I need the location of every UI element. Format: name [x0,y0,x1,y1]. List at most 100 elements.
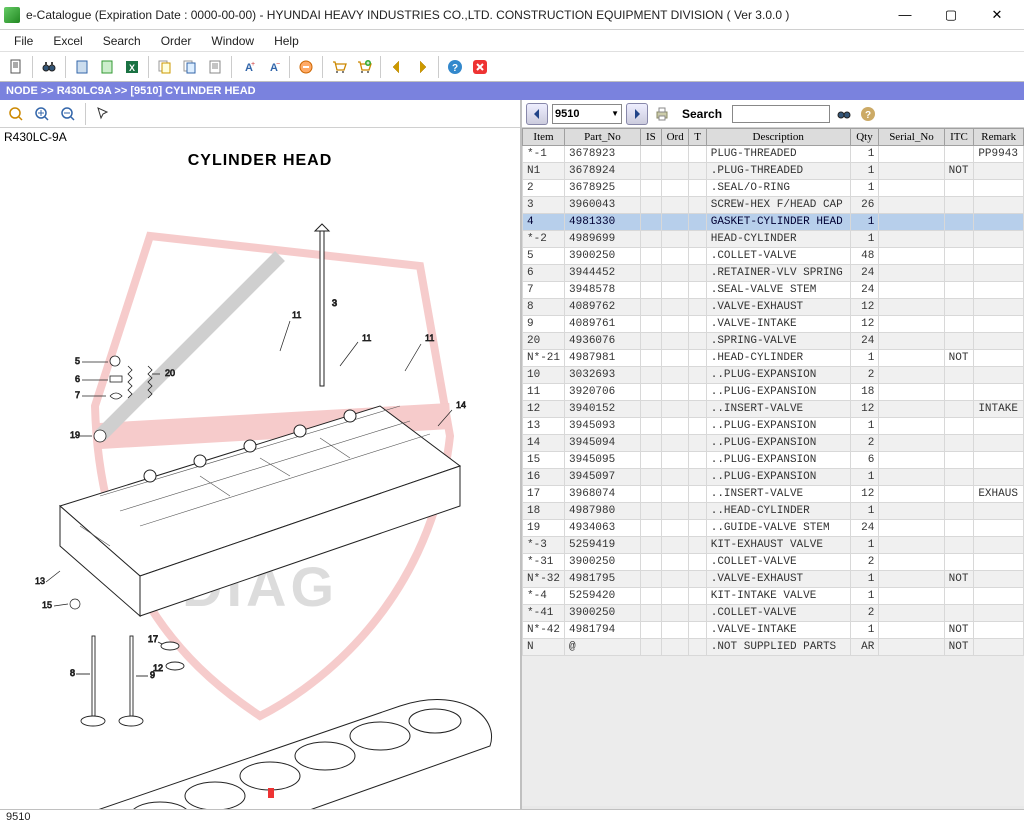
menu-file[interactable]: File [4,32,43,50]
zoom-out-icon[interactable] [56,102,80,126]
svg-text:11: 11 [292,310,301,320]
search-help-icon[interactable]: ? [858,104,878,124]
table-row[interactable]: 84089762.VALVE-EXHAUST12 [523,299,1024,316]
font-minus-icon[interactable]: A− [261,55,285,79]
menu-order[interactable]: Order [151,32,202,50]
table-row[interactable]: 163945097..PLUG-EXPANSION1 [523,469,1024,486]
svg-text:?: ? [452,63,458,74]
maximize-button[interactable]: ▢ [928,0,974,30]
col-ord[interactable]: Ord [661,129,688,146]
doc-stack-icon[interactable] [203,55,227,79]
table-row[interactable]: 113920706..PLUG-EXPANSION18 [523,384,1024,401]
excel-icon[interactable]: X [120,55,144,79]
diagram-area[interactable]: CYLINDER HEAD DIAG [0,146,520,809]
table-row[interactable]: 173968074..INSERT-VALVE12EXHAUS [523,486,1024,503]
table-row[interactable]: 53900250.COLLET-VALVE48 [523,248,1024,265]
svg-text:?: ? [865,110,871,121]
help-icon[interactable]: ? [443,55,467,79]
svg-text:15: 15 [42,600,52,610]
code-dropdown[interactable]: 9510 [552,104,622,124]
cart-add-icon[interactable] [352,55,376,79]
table-row[interactable]: *-313900250.COLLET-VALVE2 [523,554,1024,571]
table-row[interactable]: N*-424981794.VALVE-INTAKE1NOT [523,622,1024,639]
table-row[interactable]: *-35259419KIT-EXHAUST VALVE1 [523,537,1024,554]
page-green-icon[interactable] [95,55,119,79]
col-is[interactable]: IS [640,129,661,146]
table-row[interactable]: *-45259420KIT-INTAKE VALVE1 [523,588,1024,605]
doc-copy-icon[interactable] [178,55,202,79]
table-row[interactable]: 63944452.RETAINER-VLV SPRING24 [523,265,1024,282]
model-label: R430LC-9A [0,128,520,146]
table-row[interactable]: 33960043SCREW-HEX F/HEAD CAP26 [523,197,1024,214]
menu-help[interactable]: Help [264,32,309,50]
status-bar: 9510 [0,809,1024,827]
diagram-title: CYLINDER HEAD [0,146,520,170]
table-row[interactable]: 103032693..PLUG-EXPANSION2 [523,367,1024,384]
table-row[interactable]: *-413900250.COLLET-VALVE2 [523,605,1024,622]
svg-text:14: 14 [456,400,466,410]
parts-table-wrap[interactable]: ItemPart_NoISOrdTDescriptionQtySerial_No… [522,128,1024,809]
col-item[interactable]: Item [523,129,565,146]
doc-icon[interactable] [4,55,28,79]
svg-text:20: 20 [165,368,175,378]
parts-panel: 9510 Search ? ItemPart_NoISOrdTDescripti… [522,100,1024,809]
close-button[interactable]: ✕ [974,0,1020,30]
print-icon[interactable] [652,104,672,124]
table-row[interactable]: N@.NOT SUPPLIED PARTSARNOT [523,639,1024,656]
cursor-icon[interactable] [91,102,115,126]
col-qty[interactable]: Qty [850,129,879,146]
zoom-in-icon[interactable] [30,102,54,126]
table-row[interactable]: 73948578.SEAL-VALVE STEM24 [523,282,1024,299]
parts-table: ItemPart_NoISOrdTDescriptionQtySerial_No… [522,128,1024,656]
main-toolbar: X A+ A− ? [0,52,1024,82]
close-red-icon[interactable] [468,55,492,79]
table-row[interactable]: 153945095..PLUG-EXPANSION6 [523,452,1024,469]
page-blue-icon[interactable] [70,55,94,79]
col-part[interactable]: Part_No [565,129,641,146]
table-empty-area [522,656,1024,806]
menu-window[interactable]: Window [201,32,264,50]
table-row[interactable]: *-13678923PLUG-THREADED1PP9943 [523,146,1024,163]
table-row[interactable]: 44981330GASKET-CYLINDER HEAD1 [523,214,1024,231]
binoculars-icon[interactable] [37,55,61,79]
table-row[interactable]: N*-324981795.VALVE-EXHAUST1NOT [523,571,1024,588]
menubar: FileExcelSearchOrderWindowHelp [0,30,1024,52]
table-row[interactable]: N13678924.PLUG-THREADED1NOT [523,163,1024,180]
col-desc[interactable]: Description [706,129,850,146]
table-row[interactable]: 23678925.SEAL/O-RING1 [523,180,1024,197]
table-row[interactable]: 194934063..GUIDE-VALVE STEM24 [523,520,1024,537]
svg-text:+: + [251,61,255,68]
next-button[interactable] [626,103,648,125]
svg-text:17: 17 [148,634,158,644]
minimize-button[interactable]: — [882,0,928,30]
cart-icon[interactable] [327,55,351,79]
table-row[interactable]: 184987980..HEAD-CYLINDER1 [523,503,1024,520]
menu-search[interactable]: Search [93,32,151,50]
menu-excel[interactable]: Excel [43,32,92,50]
table-row[interactable]: *-24989699HEAD-CYLINDER1 [523,231,1024,248]
table-row[interactable]: 123940152..INSERT-VALVE12INTAKE [523,401,1024,418]
search-input[interactable] [732,105,830,123]
font-plus-icon[interactable]: A+ [236,55,260,79]
search-binoculars-icon[interactable] [834,104,854,124]
table-row[interactable]: 143945094..PLUG-EXPANSION2 [523,435,1024,452]
table-row[interactable]: N*-214987981.HEAD-CYLINDER1NOT [523,350,1024,367]
col-t[interactable]: T [689,129,706,146]
back-arrow-icon[interactable] [385,55,409,79]
table-row[interactable]: 94089761.VALVE-INTAKE12 [523,316,1024,333]
svg-text:5: 5 [75,356,80,366]
prev-button[interactable] [526,103,548,125]
table-row[interactable]: 133945093..PLUG-EXPANSION1 [523,418,1024,435]
svg-text:11: 11 [362,333,371,343]
minus-circle-icon[interactable] [294,55,318,79]
copy-icon[interactable] [153,55,177,79]
forward-arrow-icon[interactable] [410,55,434,79]
col-serial[interactable]: Serial_No [879,129,944,146]
svg-text:X: X [129,63,135,73]
diagram-toolbar [0,100,520,128]
col-itc[interactable]: ITC [944,129,974,146]
search-label: Search [676,107,728,121]
zoom-tool-icon[interactable] [4,102,28,126]
table-row[interactable]: 204936076.SPRING-VALVE24 [523,333,1024,350]
col-rem[interactable]: Remark [974,129,1024,146]
